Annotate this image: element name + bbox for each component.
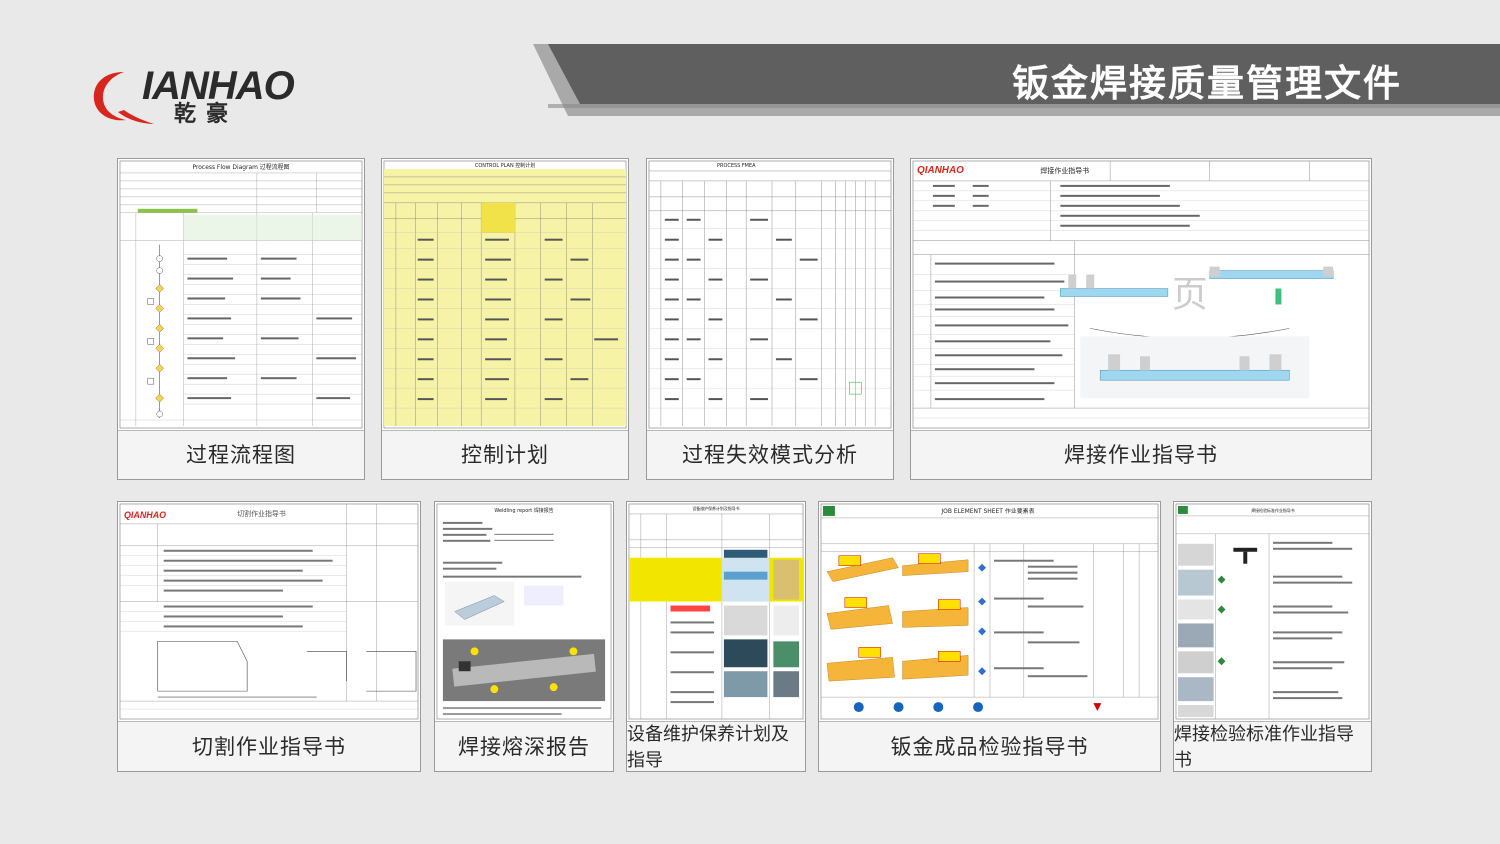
welding-instruction-thumbnail: QIANHAO 焊接作业指导书 xyxy=(911,159,1371,431)
svg-text:QIANHAO: QIANHAO xyxy=(917,165,964,176)
doc-card-welding-inspection[interactable]: 焊接检验标准作业指导书 xyxy=(1173,501,1372,772)
equipment-maintenance-thumbnail: 设备维护保养计划及指导书 xyxy=(627,502,805,722)
weld-penetration-thumb-title: Weldling report 焊接报告 xyxy=(494,507,553,514)
page-title: 钣金焊接质量管理文件 xyxy=(1012,53,1402,107)
doc-label-process-flow: 过程流程图 xyxy=(118,429,364,479)
welding-instruction-thumb-title: 焊接作业指导书 xyxy=(1040,166,1089,175)
cutting-instruction-thumbnail: QIANHAO 切割作业指导书 xyxy=(118,502,420,722)
doc-card-control-plan[interactable]: CONTROL PLAN 控制计划 xyxy=(381,158,629,480)
cutting-instruction-thumb-title: 切割作业指导书 xyxy=(237,509,286,518)
doc-label-welding-instruction: 焊接作业指导书 xyxy=(911,429,1371,479)
svg-text:页: 页 xyxy=(1172,274,1208,315)
pfmea-thumb-title: PROCESS FMEA xyxy=(717,163,756,169)
svg-text:QIANHAO: QIANHAO xyxy=(124,510,166,520)
pfmea-thumbnail: PROCESS FMEA xyxy=(647,159,893,431)
doc-card-product-inspection[interactable]: JOB ELEMENT SHEET 作业要素表 xyxy=(818,501,1161,772)
doc-card-pfmea[interactable]: PROCESS FMEA xyxy=(646,158,894,480)
logo-chinese: 乾豪 xyxy=(174,96,238,128)
company-logo: IANHAO 乾豪 xyxy=(92,58,282,122)
doc-label-product-inspection: 钣金成品检验指导书 xyxy=(819,721,1160,771)
doc-card-cutting-instruction[interactable]: QIANHAO 切割作业指导书 xyxy=(117,501,421,772)
doc-card-equipment-maintenance[interactable]: 设备维护保养计划及指导书 设备 xyxy=(626,501,806,772)
process-flow-thumb-title: Process Flow Diagram 过程流程图 xyxy=(193,163,290,171)
doc-label-cutting-instruction: 切割作业指导书 xyxy=(118,721,420,771)
doc-card-weld-penetration[interactable]: Weldling report 焊接报告 焊接熔深报告 xyxy=(434,501,614,772)
doc-label-pfmea: 过程失效模式分析 xyxy=(647,429,893,479)
control-plan-thumbnail: CONTROL PLAN 控制计划 xyxy=(382,159,628,431)
doc-label-welding-inspection: 焊接检验标准作业指导书 xyxy=(1174,721,1371,771)
doc-card-welding-instruction[interactable]: QIANHAO 焊接作业指导书 xyxy=(910,158,1372,480)
welding-inspection-thumb-title: 焊接检验标准作业指导书 xyxy=(1251,508,1295,513)
welding-inspection-thumbnail: 焊接检验标准作业指导书 xyxy=(1174,502,1371,722)
equipment-maintenance-thumb-title: 设备维护保养计划及指导书 xyxy=(692,506,739,511)
weld-penetration-thumbnail: Weldling report 焊接报告 xyxy=(435,502,613,722)
doc-label-equipment-maintenance: 设备维护保养计划及指导 xyxy=(627,721,805,771)
product-inspection-thumbnail: JOB ELEMENT SHEET 作业要素表 xyxy=(819,502,1160,722)
doc-label-weld-penetration: 焊接熔深报告 xyxy=(435,721,613,771)
product-inspection-thumb-title: JOB ELEMENT SHEET 作业要素表 xyxy=(940,507,1034,515)
doc-label-control-plan: 控制计划 xyxy=(382,429,628,479)
doc-card-process-flow[interactable]: Process Flow Diagram 过程流程图 xyxy=(117,158,365,480)
control-plan-thumb-title: CONTROL PLAN 控制计划 xyxy=(475,162,535,169)
process-flow-thumbnail: Process Flow Diagram 过程流程图 xyxy=(118,159,364,431)
